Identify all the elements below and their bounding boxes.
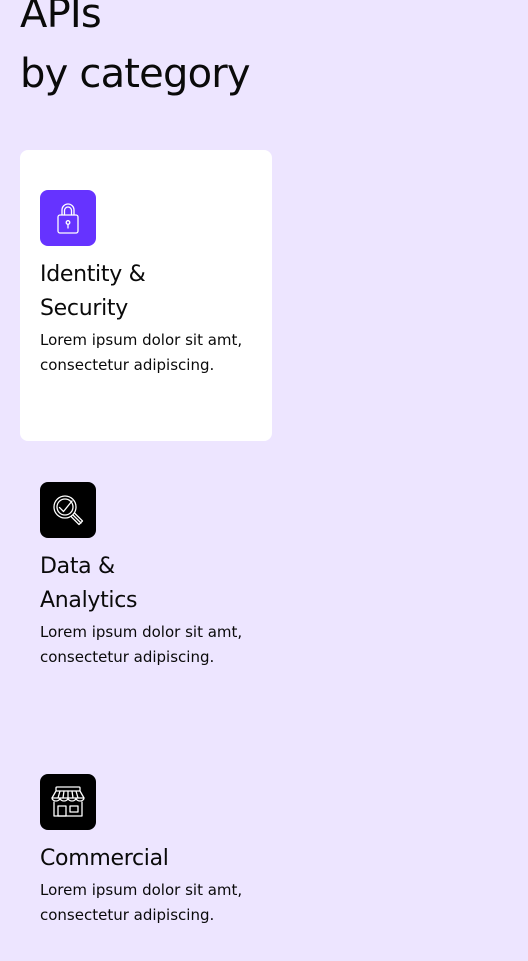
category-card-identity-security[interactable]: Identity & Security Lorem ipsum dolor si… <box>20 150 272 441</box>
category-card-commercial[interactable]: Commercial Lorem ipsum dolor sit amt, co… <box>20 734 272 928</box>
category-title: Commercial <box>40 846 169 871</box>
category-description: Lorem ipsum dolor sit amt, consectetur a… <box>40 331 243 374</box>
category-description: Lorem ipsum dolor sit amt, consectetur a… <box>40 881 243 924</box>
page-title-line-2: by category <box>20 51 251 97</box>
storefront-icon <box>40 774 96 830</box>
category-title: Data & Analytics <box>40 554 138 613</box>
page-title: APIs by category <box>20 0 251 104</box>
magnifier-check-icon <box>40 482 96 538</box>
category-title: Identity & Security <box>40 262 146 321</box>
page-title-line-1: APIs <box>20 0 102 37</box>
category-description: Lorem ipsum dolor sit amt, consectetur a… <box>40 623 243 666</box>
lock-icon <box>40 190 96 246</box>
category-card-data-analytics[interactable]: Data & Analytics Lorem ipsum dolor sit a… <box>20 442 272 670</box>
